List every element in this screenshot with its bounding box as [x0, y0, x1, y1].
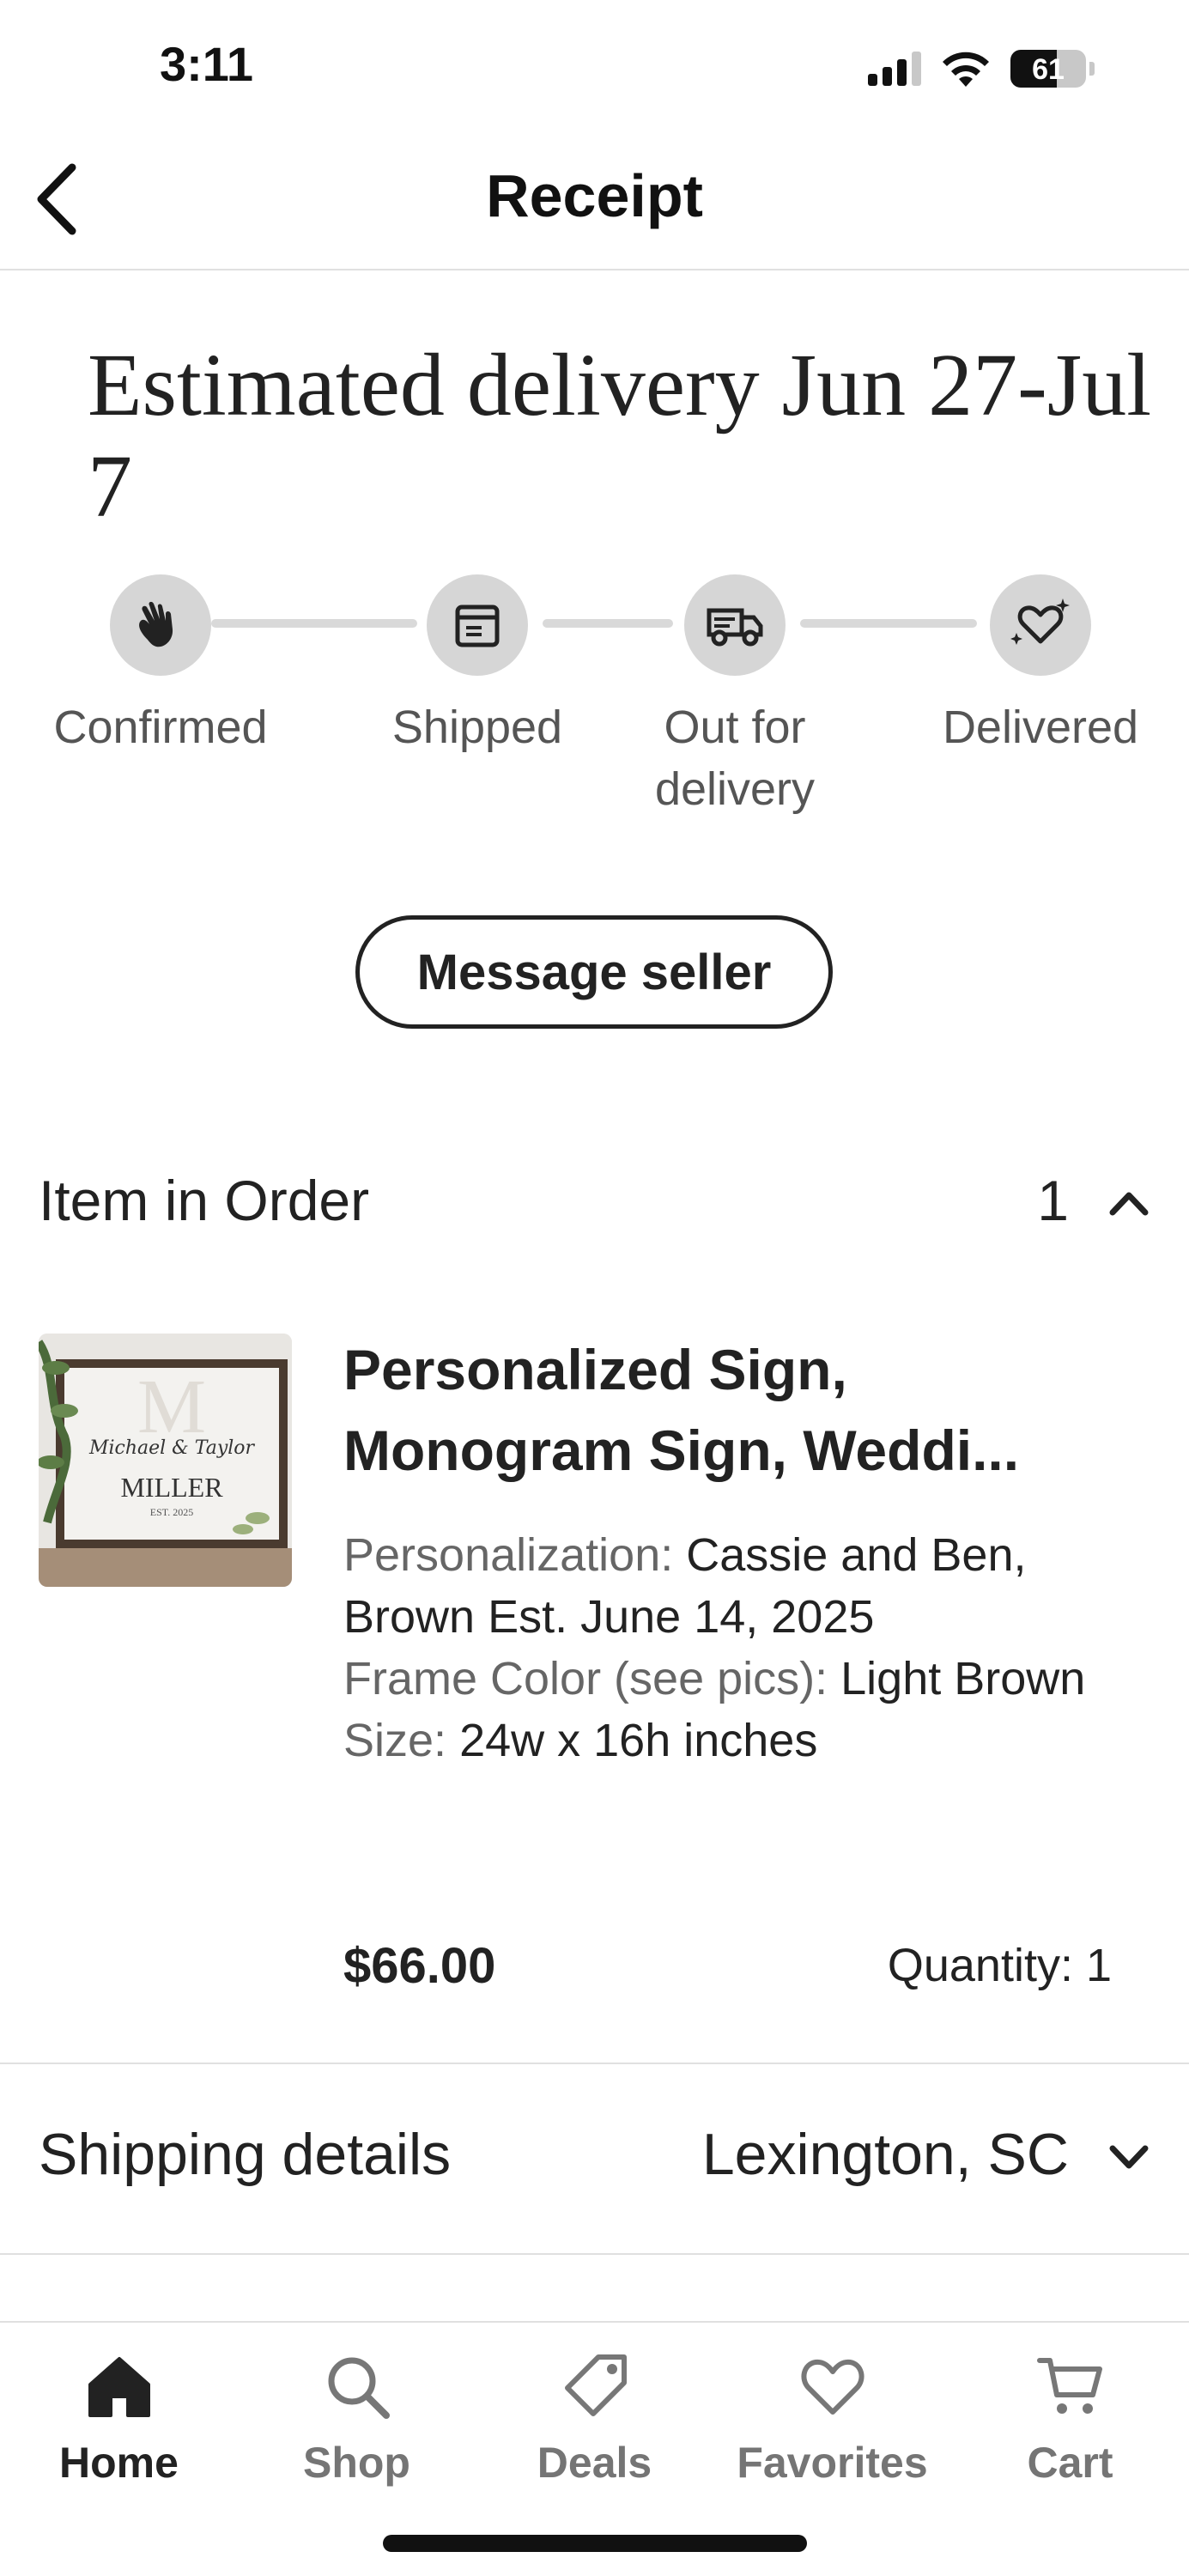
- chevron-up-icon[interactable]: [1103, 1176, 1155, 1228]
- detail-value: 24w x 16h inches: [446, 1715, 818, 1766]
- tab-label: Favorites: [737, 2439, 928, 2487]
- item-price: $66.00: [343, 1938, 496, 1994]
- tab-label: Shop: [303, 2439, 410, 2487]
- detail-key: Size:: [343, 1715, 447, 1766]
- estimated-delivery-title: Estimated delivery Jun 27-Jul 7: [88, 336, 1152, 536]
- battery-cap: [1089, 62, 1095, 76]
- cellular-signal-icon: [868, 52, 921, 86]
- status-time: 3:11: [160, 37, 253, 91]
- tab-deals[interactable]: Deals: [476, 2343, 713, 2506]
- battery-level: 61: [1032, 53, 1065, 86]
- heart-icon: [800, 2359, 864, 2415]
- page-title: Receipt: [486, 162, 703, 229]
- heart-sparkle-icon: [1010, 598, 1070, 645]
- tracker-line: [800, 619, 977, 628]
- item-in-order-header[interactable]: Item in Order 1: [39, 1159, 1155, 1245]
- item-title[interactable]: Personalized Sign, Monogram Sign, Weddi.…: [343, 1329, 1116, 1491]
- section-title: Item in Order: [39, 1169, 370, 1232]
- tab-shop[interactable]: Shop: [238, 2343, 476, 2506]
- shipping-label: Shipping details: [39, 2122, 452, 2187]
- tab-home[interactable]: Home: [0, 2343, 238, 2506]
- detail-key: Personalization:: [343, 1529, 674, 1581]
- divider: [0, 2063, 1189, 2064]
- delivery-tracker: Confirmed Shipped Out for delivery Deliv…: [0, 571, 1189, 829]
- status-icons: 61: [868, 45, 1095, 93]
- delivery-truck-icon: [707, 608, 763, 647]
- tracker-line: [543, 619, 673, 628]
- hand-wave-icon: [139, 601, 173, 647]
- message-seller-button[interactable]: Message seller: [355, 915, 833, 1029]
- thumbnail-est-text: EST. 2025: [150, 1506, 193, 1518]
- package-icon: [455, 605, 500, 647]
- detail-key: Frame Color (see pics):: [343, 1653, 828, 1704]
- tab-cart[interactable]: Cart: [951, 2343, 1189, 2506]
- step-out-for-delivery-circle: [684, 574, 786, 676]
- step-label: Delivered: [942, 702, 1139, 753]
- detail-personalization: Personalization: Cassie and Ben, Brown E…: [343, 1524, 1116, 1648]
- home-icon: [88, 2357, 150, 2417]
- detail-value: Light Brown: [828, 1653, 1086, 1704]
- cart-icon: [1036, 2358, 1102, 2414]
- wifi-icon: [943, 52, 989, 87]
- tracker-line: [211, 619, 417, 628]
- status-bar: 3:11 61: [0, 0, 1189, 129]
- tab-label: Home: [59, 2439, 179, 2487]
- item-details: Personalization: Cassie and Ben, Brown E…: [343, 1524, 1116, 1771]
- step-label: Shipped: [391, 702, 563, 753]
- step-label: Confirmed: [53, 702, 268, 753]
- step-delivered-circle: [990, 574, 1091, 676]
- detail-frame-color: Frame Color (see pics): Light Brown: [343, 1648, 1116, 1710]
- item-quantity: Quantity: 1: [887, 1940, 1112, 1991]
- detail-size: Size: 24w x 16h inches: [343, 1710, 1116, 1771]
- tab-favorites[interactable]: Favorites: [713, 2343, 951, 2506]
- tab-label: Deals: [537, 2439, 652, 2487]
- item-count: 1: [1037, 1169, 1069, 1232]
- step-shipped-circle: [427, 574, 528, 676]
- battery-icon: 61: [1010, 50, 1086, 88]
- home-indicator: [383, 2535, 807, 2552]
- step-label: Out for delivery: [654, 702, 816, 815]
- item-thumbnail[interactable]: M Michael & Taylor MILLER EST. 2025: [39, 1334, 292, 1587]
- search-icon: [328, 2357, 390, 2419]
- shipping-location: Lexington, SC: [701, 2122, 1069, 2187]
- thumbnail-name-text: MILLER: [120, 1472, 223, 1503]
- tab-label: Cart: [1027, 2439, 1113, 2487]
- nav-bar: Receipt: [0, 129, 1189, 270]
- divider: [0, 2253, 1189, 2255]
- shipping-details-row[interactable]: Shipping details Lexington, SC: [39, 2112, 1155, 2207]
- chevron-down-icon[interactable]: [1103, 2131, 1155, 2183]
- step-confirmed-circle: [110, 574, 211, 676]
- thumbnail-script-text: Michael & Taylor: [88, 1437, 256, 1459]
- tag-icon: [564, 2354, 627, 2416]
